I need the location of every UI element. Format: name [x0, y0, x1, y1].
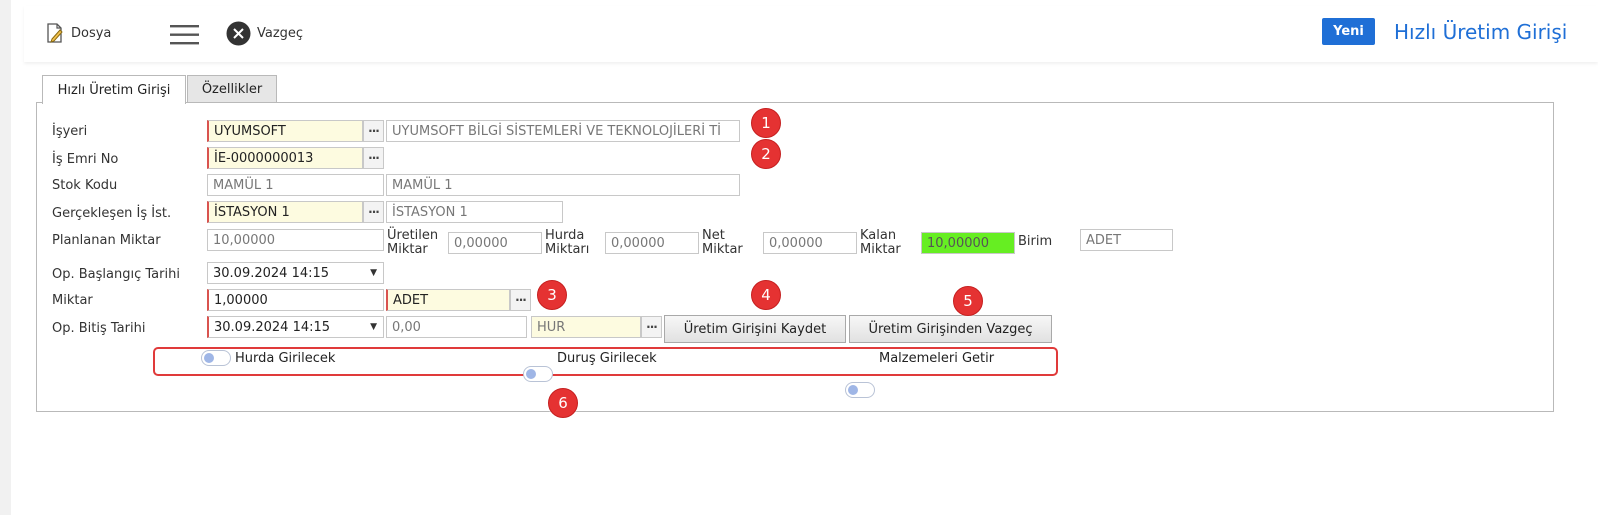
left-edge-strip — [0, 0, 11, 515]
page-title: Hızlı Üretim Girişi — [1394, 20, 1568, 44]
unit-label: Birim — [1018, 234, 1053, 249]
scrap-entry-label: Hurda Girilecek — [235, 351, 336, 366]
workplace-name-input[interactable]: UYUMSOFT BİLGİ SİSTEMLERİ VE TEKNOLOJİLE… — [386, 120, 740, 142]
toggle-knob — [848, 385, 858, 395]
callout-marker-4: 4 — [751, 280, 781, 310]
scrap-qty-label: Hurda Miktarı — [545, 229, 589, 257]
scrap-qty-label-line2: Miktarı — [545, 242, 590, 257]
duration-input[interactable]: 0,00 — [386, 316, 527, 338]
net-qty-label: Net Miktar — [702, 229, 743, 257]
duration-unit-lookup-button[interactable]: ··· — [641, 316, 662, 338]
toggle-knob — [204, 353, 214, 363]
downtime-entry-toggle[interactable] — [523, 366, 553, 382]
workplace-label: İşyeri — [52, 124, 88, 139]
fetch-materials-label: Malzemeleri Getir — [879, 351, 995, 366]
fetch-materials-toggle[interactable] — [845, 382, 875, 398]
cancel-production-entry-button[interactable]: Üretim Girişinden Vazgeç — [849, 315, 1052, 343]
start-date-input[interactable]: 30.09.2024 14:15 ▼ — [207, 262, 384, 284]
close-circle-icon — [226, 21, 251, 46]
callout-marker-6: 6 — [548, 388, 578, 418]
produced-qty-input[interactable]: 0,00000 — [448, 232, 542, 254]
file-menu-button[interactable]: Dosya — [45, 22, 111, 44]
quantity-label: Miktar — [52, 293, 93, 308]
produced-qty-label: Üretilen Miktar — [387, 229, 438, 257]
chevron-down-icon: ▼ — [370, 322, 377, 332]
work-order-label: İş Emri No — [52, 152, 119, 167]
stock-name-input[interactable]: MAMÜL 1 — [386, 174, 740, 196]
chevron-down-icon: ▼ — [370, 268, 377, 278]
remaining-qty-label-line1: Kalan — [860, 228, 897, 243]
save-production-entry-button[interactable]: Üretim Girişini Kaydet — [664, 315, 846, 343]
document-edit-icon — [45, 22, 65, 44]
tab-properties[interactable]: Özellikler — [187, 75, 277, 103]
end-date-value: 30.09.2024 14:15 — [214, 319, 331, 335]
planned-qty-input[interactable]: 10,00000 — [207, 229, 384, 251]
cancel-toolbar-label: Vazgeç — [257, 26, 304, 41]
new-button[interactable]: Yeni — [1322, 18, 1375, 45]
remaining-qty-input[interactable]: 10,00000 — [921, 232, 1015, 254]
callout-marker-2: 2 — [751, 139, 781, 169]
produced-qty-label-line1: Üretilen — [387, 228, 439, 243]
workplace-code-input[interactable]: UYUMSOFT — [207, 120, 363, 142]
stock-code-label: Stok Kodu — [52, 178, 118, 193]
net-qty-label-line1: Net — [702, 228, 725, 243]
quantity-unit-lookup-button[interactable]: ··· — [510, 289, 531, 311]
quantity-input[interactable]: 1,00000 — [207, 289, 384, 311]
downtime-entry-label: Duruş Girilecek — [557, 351, 657, 366]
scrap-qty-input[interactable]: 0,00000 — [605, 232, 699, 254]
remaining-qty-label: Kalan Miktar — [860, 229, 901, 257]
hamburger-menu-icon[interactable] — [170, 24, 199, 46]
quantity-unit-input[interactable]: ADET — [386, 289, 510, 311]
scrap-qty-label-line1: Hurda — [545, 228, 585, 243]
workstation-name-input[interactable]: İSTASYON 1 — [386, 201, 563, 223]
workstation-label: Gerçekleşen İş İst. — [52, 206, 172, 221]
workstation-lookup-button[interactable]: ··· — [363, 201, 384, 223]
start-date-label: Op. Başlangıç Tarihi — [52, 267, 180, 282]
callout-marker-3: 3 — [537, 280, 567, 310]
stock-code-input[interactable]: MAMÜL 1 — [207, 174, 384, 196]
remaining-qty-label-line2: Miktar — [860, 242, 901, 257]
net-qty-label-line2: Miktar — [702, 242, 743, 257]
unit-input[interactable]: ADET — [1080, 229, 1173, 251]
file-menu-label: Dosya — [71, 25, 112, 41]
duration-unit-input[interactable]: HUR — [531, 316, 641, 338]
work-order-lookup-button[interactable]: ··· — [363, 147, 384, 169]
tab-quick-production-entry[interactable]: Hızlı Üretim Girişi — [42, 75, 186, 104]
end-date-label: Op. Bitiş Tarihi — [52, 321, 146, 336]
produced-qty-label-line2: Miktar — [387, 242, 428, 257]
cancel-toolbar-button[interactable]: Vazgeç — [226, 21, 303, 46]
planned-qty-label: Planlanan Miktar — [52, 233, 161, 248]
workstation-code-input[interactable]: İSTASYON 1 — [207, 201, 363, 223]
callout-marker-1: 1 — [751, 108, 781, 138]
end-date-input[interactable]: 30.09.2024 14:15 ▼ — [207, 316, 384, 338]
start-date-value: 30.09.2024 14:15 — [213, 265, 330, 281]
toggle-knob — [526, 369, 536, 379]
work-order-input[interactable]: İE-0000000013 — [207, 147, 363, 169]
scrap-entry-toggle[interactable] — [201, 350, 231, 366]
net-qty-input[interactable]: 0,00000 — [763, 232, 857, 254]
workplace-lookup-button[interactable]: ··· — [363, 120, 384, 142]
callout-marker-5: 5 — [953, 286, 983, 316]
